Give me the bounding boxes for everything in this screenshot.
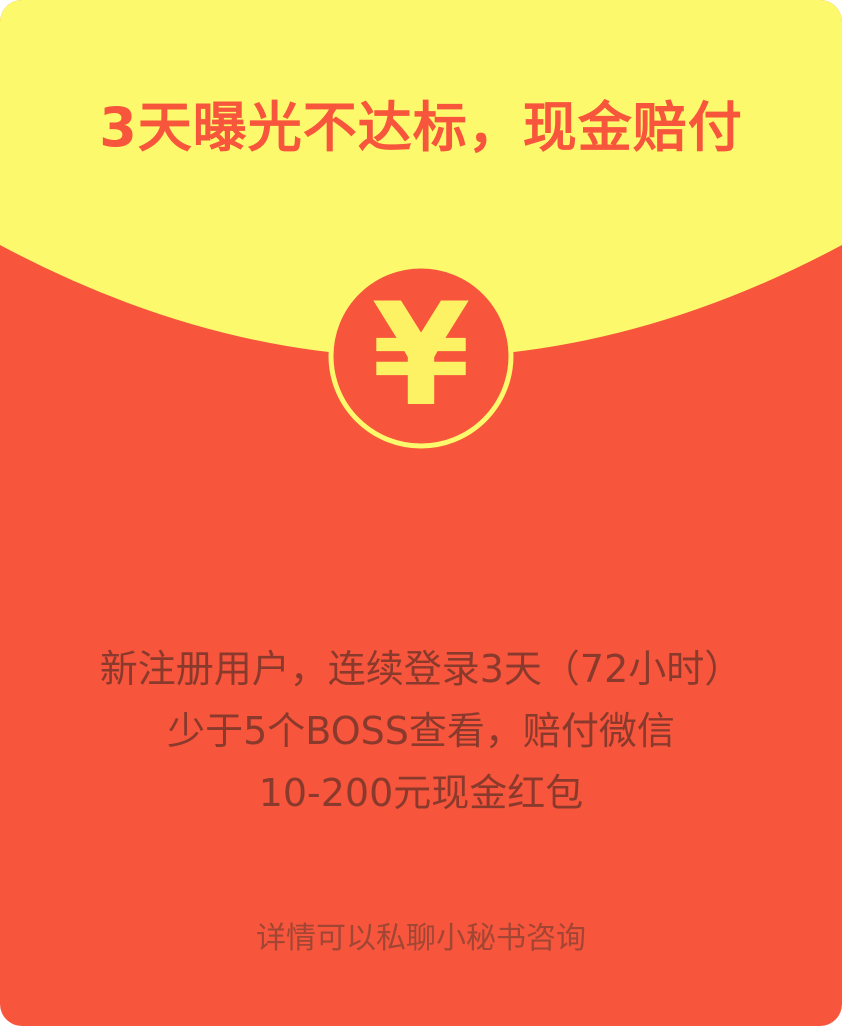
promo-description: 新注册用户，连续登录3天（72小时） 少于5个BOSS查看，赔付微信 10-20… — [0, 638, 842, 824]
promo-line-2: 少于5个BOSS查看，赔付微信 — [167, 709, 675, 753]
promo-line-3: 10-200元现金红包 — [258, 771, 584, 815]
headline: 3天曝光不达标，现金赔付 — [99, 96, 743, 159]
red-envelope-card: 3天曝光不达标，现金赔付 ¥ 新注册用户，连续登录3天（72小时） 少于5个BO… — [0, 0, 842, 1026]
yuan-icon: ¥ — [371, 273, 471, 438]
contact-footnote: 详情可以私聊小秘书咨询 — [256, 921, 586, 956]
promo-line-1: 新注册用户，连续登录3天（72小时） — [99, 647, 743, 691]
